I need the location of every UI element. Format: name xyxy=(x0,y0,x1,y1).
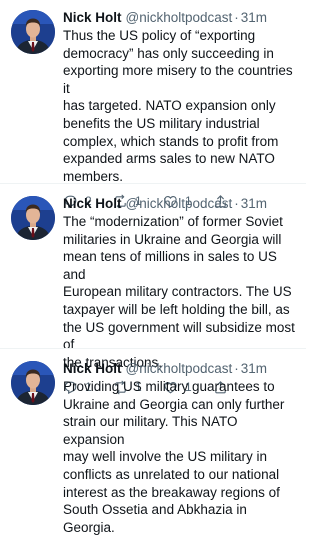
avatar[interactable] xyxy=(11,196,55,240)
author-name[interactable]: Nick Holt xyxy=(63,10,122,26)
avatar-column xyxy=(11,196,55,349)
author-name[interactable]: Nick Holt xyxy=(63,196,122,212)
author-name[interactable]: Nick Holt xyxy=(63,361,122,377)
tweet-body: Nick Holt @nickholtpodcast · 31m Providi… xyxy=(55,361,300,535)
avatar-column xyxy=(11,361,55,500)
timestamp[interactable]: 31m xyxy=(241,361,267,377)
tweet-thread: Nick Holt @nickholtpodcast · 31m Thus th… xyxy=(0,0,306,535)
avatar[interactable] xyxy=(11,10,55,54)
author-handle[interactable]: @nickholtpodcast xyxy=(126,10,233,26)
tweet-header: Nick Holt @nickholtpodcast · 31m xyxy=(63,10,300,26)
tweet[interactable]: Nick Holt @nickholtpodcast · 31m Thus th… xyxy=(0,0,306,208)
separator-dot: · xyxy=(234,10,239,25)
tweet-header: Nick Holt @nickholtpodcast · 31m xyxy=(63,361,300,377)
avatar-portrait-icon xyxy=(11,10,55,54)
tweet-header: Nick Holt @nickholtpodcast · 31m xyxy=(63,196,300,212)
tweet-text: Providing US military guarantees to Ukra… xyxy=(63,379,285,535)
timestamp[interactable]: 31m xyxy=(241,10,267,26)
separator-dot: · xyxy=(234,361,239,376)
tweet[interactable]: Nick Holt @nickholtpodcast · 31m Providi… xyxy=(0,349,306,535)
avatar[interactable] xyxy=(11,361,55,405)
avatar-column xyxy=(11,10,55,184)
author-handle[interactable]: @nickholtpodcast xyxy=(126,196,233,212)
tweet[interactable]: Nick Holt @nickholtpodcast · 31m The “mo… xyxy=(0,184,306,394)
tweet-body: Nick Holt @nickholtpodcast · 31m Thus th… xyxy=(55,10,300,208)
author-handle[interactable]: @nickholtpodcast xyxy=(126,361,233,377)
avatar-portrait-icon xyxy=(11,196,55,240)
timestamp[interactable]: 31m xyxy=(241,196,267,212)
separator-dot: · xyxy=(234,196,239,211)
tweet-text: Thus the US policy of “exporting democra… xyxy=(63,28,293,184)
avatar-portrait-icon xyxy=(11,361,55,405)
tweet-body: Nick Holt @nickholtpodcast · 31m The “mo… xyxy=(55,196,300,394)
